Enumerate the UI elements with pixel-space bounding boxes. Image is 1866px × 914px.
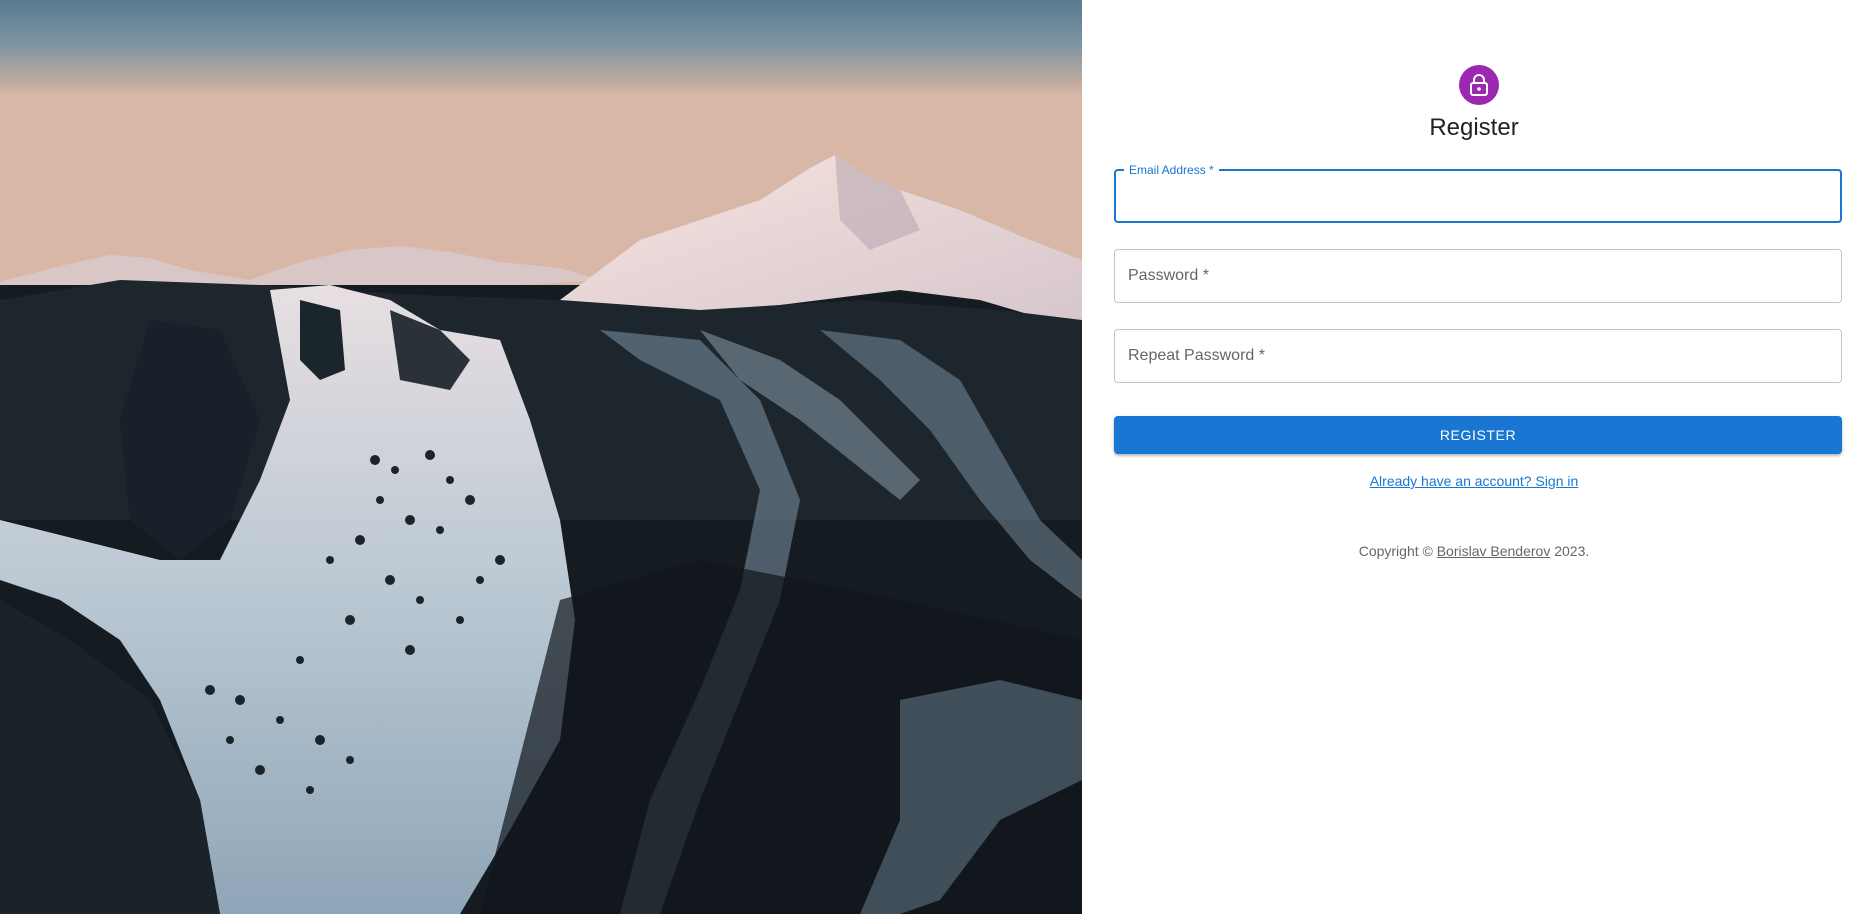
- register-button[interactable]: REGISTER: [1114, 416, 1842, 454]
- password-placeholder: Password *: [1128, 267, 1209, 284]
- hero-mountain-image: [0, 0, 1082, 914]
- page-title: Register: [1429, 114, 1519, 141]
- mountain-illustration: [0, 0, 1082, 914]
- repeat-password-field[interactable]: Repeat Password *: [1114, 329, 1842, 383]
- email-label: Email Address *: [1124, 163, 1219, 177]
- password-field[interactable]: Password *: [1114, 249, 1842, 303]
- register-page: Register Email Address * Password * Repe…: [0, 0, 1866, 914]
- repeat-password-placeholder: Repeat Password *: [1128, 347, 1265, 364]
- author-link[interactable]: Borislav Benderov: [1437, 543, 1551, 559]
- email-input[interactable]: [1128, 185, 1832, 209]
- lock-avatar: [1459, 65, 1499, 105]
- copyright-footer: Copyright © Borislav Benderov 2023.: [1082, 543, 1866, 559]
- copyright-suffix: 2023.: [1550, 543, 1590, 559]
- lock-icon: [1470, 74, 1488, 96]
- register-panel: Register Email Address * Password * Repe…: [1082, 0, 1866, 914]
- signin-link[interactable]: Already have an account? Sign in: [1370, 473, 1579, 489]
- email-field[interactable]: Email Address *: [1114, 163, 1842, 223]
- copyright-prefix: Copyright ©: [1358, 543, 1437, 559]
- signin-link-container: Already have an account? Sign in: [1082, 473, 1866, 489]
